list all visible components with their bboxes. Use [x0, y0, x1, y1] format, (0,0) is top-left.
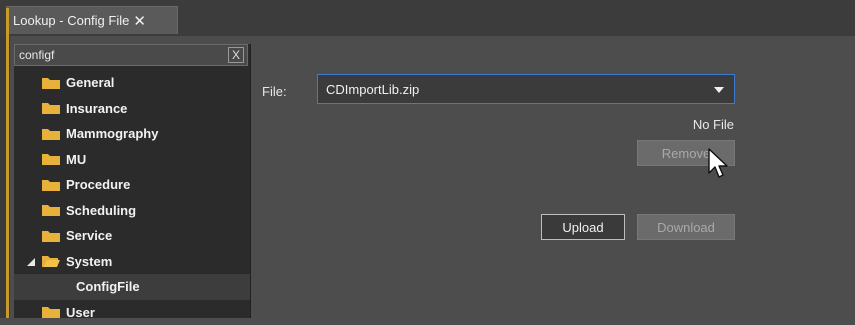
tab-lookup-config-file[interactable]: Lookup - Config File ✕ [6, 6, 178, 34]
file-label: File: [262, 84, 287, 99]
chevron-down-icon [714, 87, 724, 93]
tree-item-label: General [66, 75, 114, 90]
tree-item-label: Procedure [66, 177, 130, 192]
tree-item-service[interactable]: Service [14, 223, 250, 249]
mouse-cursor-icon [707, 148, 729, 180]
tree-item-label: Service [66, 228, 112, 243]
folder-icon [42, 102, 60, 114]
config-file-panel: File: CDImportLib.zip No File Remove Upl… [252, 44, 855, 318]
folder-icon [42, 128, 60, 140]
tree-item-mu[interactable]: MU [14, 147, 250, 173]
search-box: X [14, 44, 248, 66]
tab-title: Lookup - Config File [13, 13, 129, 28]
folder-icon [42, 179, 60, 191]
sidebar: X General Insurance Mammography MU Proce… [14, 44, 251, 318]
tree-item-label: Insurance [66, 101, 127, 116]
tree-item-insurance[interactable]: Insurance [14, 96, 250, 122]
tree-item-general[interactable]: General [14, 70, 250, 96]
expand-arrow-icon[interactable] [26, 257, 36, 267]
folder-icon [42, 77, 60, 89]
tree-item-procedure[interactable]: Procedure [14, 172, 250, 198]
folder-icon [42, 153, 60, 165]
folder-icon [42, 204, 60, 216]
file-select-value: CDImportLib.zip [326, 82, 419, 97]
folder-icon [42, 230, 60, 242]
tree-item-scheduling[interactable]: Scheduling [14, 198, 250, 224]
window-accent-bar [6, 8, 9, 318]
tree-item-label: ConfigFile [76, 279, 140, 294]
close-icon[interactable]: ✕ [133, 12, 146, 30]
tree-item-mammography[interactable]: Mammography [14, 121, 250, 147]
upload-button[interactable]: Upload [541, 214, 625, 240]
tree-item-label: Scheduling [66, 203, 136, 218]
file-select[interactable]: CDImportLib.zip [317, 74, 735, 104]
tree: General Insurance Mammography MU Procedu… [14, 70, 250, 325]
title-bar: Lookup - Config File ✕ [0, 0, 855, 36]
tree-item-label: System [66, 254, 112, 269]
tree-item-user[interactable]: User [14, 300, 250, 325]
open-folder-icon [42, 255, 60, 267]
tree-item-label: MU [66, 152, 86, 167]
tree-item-configfile[interactable]: ConfigFile [14, 274, 250, 300]
search-input[interactable] [15, 48, 228, 62]
tree-item-system[interactable]: System [14, 249, 250, 275]
download-button[interactable]: Download [637, 214, 735, 240]
tree-item-label: Mammography [66, 126, 158, 141]
folder-icon [42, 306, 60, 318]
clear-search-button[interactable]: X [228, 47, 244, 63]
file-status: No File [693, 117, 734, 132]
